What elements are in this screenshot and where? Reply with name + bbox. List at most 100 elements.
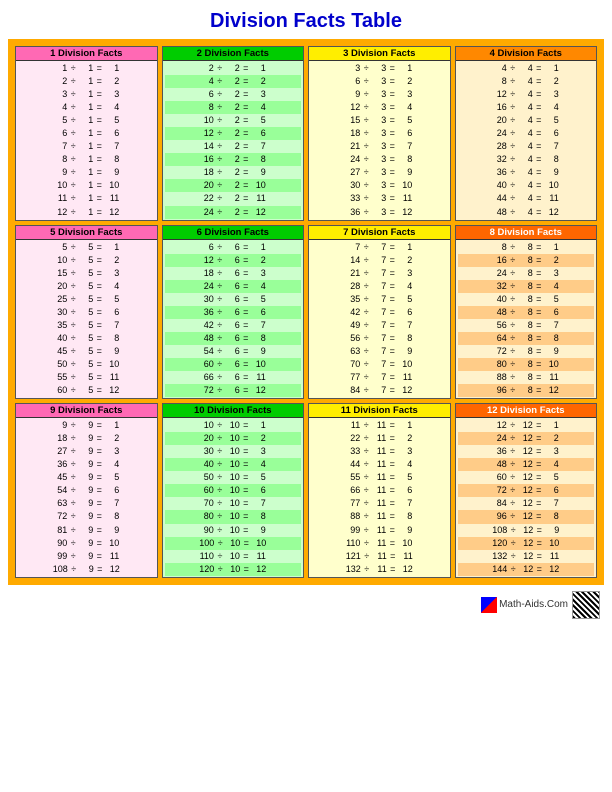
fact-row: 16÷8=2	[458, 254, 595, 267]
fact-row: 54÷6=9	[165, 345, 302, 358]
fact-row: 18÷3=6	[311, 127, 448, 140]
fact-row: 20÷4=5	[458, 114, 595, 127]
fact-row: 20÷2=10	[165, 179, 302, 192]
fact-row: 21÷7=3	[311, 267, 448, 280]
fact-row: 6÷1=6	[18, 127, 155, 140]
fact-row: 66÷11=6	[311, 484, 448, 497]
fact-row: 132÷12=11	[458, 550, 595, 563]
fact-row: 35÷5=7	[18, 319, 155, 332]
sections-grid: 1 Division Facts1÷1=12÷1=23÷1=34÷1=45÷1=…	[15, 46, 597, 578]
section-6-header: 6 Division Facts	[163, 226, 304, 240]
fact-row: 72÷8=9	[458, 345, 595, 358]
fact-row: 40÷8=5	[458, 293, 595, 306]
fact-row: 9÷9=1	[18, 419, 155, 432]
fact-row: 8÷8=1	[458, 241, 595, 254]
section-10-header: 10 Division Facts	[163, 404, 304, 418]
fact-row: 10÷1=10	[18, 179, 155, 192]
fact-row: 16÷4=4	[458, 101, 595, 114]
section-9-header: 9 Division Facts	[16, 404, 157, 418]
fact-row: 14÷7=2	[311, 254, 448, 267]
fact-row: 36÷6=6	[165, 306, 302, 319]
math-aids-logo: Math-Aids.Com	[481, 597, 568, 613]
logo-icon	[481, 597, 497, 613]
fact-row: 15÷5=3	[18, 267, 155, 280]
section-6: 6 Division Facts6÷6=112÷6=218÷6=324÷6=43…	[162, 225, 305, 400]
fact-row: 96÷12=8	[458, 510, 595, 523]
fact-row: 12÷6=2	[165, 254, 302, 267]
fact-row: 18÷9=2	[18, 432, 155, 445]
fact-row: 20÷10=2	[165, 432, 302, 445]
fact-row: 12÷4=3	[458, 88, 595, 101]
fact-row: 80÷8=10	[458, 358, 595, 371]
fact-row: 72÷9=8	[18, 510, 155, 523]
fact-row: 27÷3=9	[311, 166, 448, 179]
section-7-body: 7÷7=114÷7=221÷7=328÷7=435÷7=542÷7=649÷7=…	[309, 240, 450, 399]
fact-row: 6÷2=3	[165, 88, 302, 101]
fact-row: 60÷5=12	[18, 384, 155, 397]
fact-row: 7÷1=7	[18, 140, 155, 153]
section-8-header: 8 Division Facts	[456, 226, 597, 240]
fact-row: 36÷4=9	[458, 166, 595, 179]
section-3-body: 3÷3=16÷3=29÷3=312÷3=415÷3=518÷3=621÷3=72…	[309, 61, 450, 220]
fact-row: 108÷9=12	[18, 563, 155, 576]
fact-row: 33÷11=3	[311, 445, 448, 458]
fact-row: 28÷4=7	[458, 140, 595, 153]
fact-row: 24÷2=12	[165, 206, 302, 219]
fact-row: 35÷7=5	[311, 293, 448, 306]
fact-row: 110÷11=10	[311, 537, 448, 550]
fact-row: 21÷3=7	[311, 140, 448, 153]
fact-row: 49÷7=7	[311, 319, 448, 332]
fact-row: 10÷5=2	[18, 254, 155, 267]
fact-row: 64÷8=8	[458, 332, 595, 345]
section-2: 2 Division Facts2÷2=14÷2=26÷2=38÷2=410÷2…	[162, 46, 305, 221]
fact-row: 1÷1=1	[18, 62, 155, 75]
qr-code	[572, 591, 600, 619]
section-2-header: 2 Division Facts	[163, 47, 304, 61]
section-1-header: 1 Division Facts	[16, 47, 157, 61]
fact-row: 40÷5=8	[18, 332, 155, 345]
fact-row: 11÷1=11	[18, 192, 155, 205]
fact-row: 9÷3=3	[311, 88, 448, 101]
fact-row: 48÷4=12	[458, 206, 595, 219]
section-3: 3 Division Facts3÷3=16÷3=29÷3=312÷3=415÷…	[308, 46, 451, 221]
section-5-body: 5÷5=110÷5=215÷5=320÷5=425÷5=530÷5=635÷5=…	[16, 240, 157, 399]
fact-row: 66÷6=11	[165, 371, 302, 384]
fact-row: 63÷7=9	[311, 345, 448, 358]
fact-row: 42÷7=6	[311, 306, 448, 319]
fact-row: 70÷10=7	[165, 497, 302, 510]
fact-row: 22÷11=2	[311, 432, 448, 445]
fact-row: 42÷6=7	[165, 319, 302, 332]
fact-row: 50÷5=10	[18, 358, 155, 371]
fact-row: 88÷8=11	[458, 371, 595, 384]
fact-row: 5÷1=5	[18, 114, 155, 127]
fact-row: 4÷4=1	[458, 62, 595, 75]
fact-row: 16÷2=8	[165, 153, 302, 166]
fact-row: 84÷12=7	[458, 497, 595, 510]
section-12: 12 Division Facts12÷12=124÷12=236÷12=348…	[455, 403, 598, 578]
fact-row: 36÷3=12	[311, 206, 448, 219]
fact-row: 32÷8=4	[458, 280, 595, 293]
fact-row: 3÷1=3	[18, 88, 155, 101]
fact-row: 12÷1=12	[18, 206, 155, 219]
fact-row: 55÷11=5	[311, 471, 448, 484]
fact-row: 45÷5=9	[18, 345, 155, 358]
fact-row: 15÷3=5	[311, 114, 448, 127]
section-7: 7 Division Facts7÷7=114÷7=221÷7=328÷7=43…	[308, 225, 451, 400]
main-table: 1 Division Facts1÷1=12÷1=23÷1=34÷1=45÷1=…	[8, 39, 604, 585]
fact-row: 132÷11=12	[311, 563, 448, 576]
fact-row: 24÷4=6	[458, 127, 595, 140]
footer-text: Math-Aids.Com	[499, 599, 568, 610]
fact-row: 2÷1=2	[18, 75, 155, 88]
fact-row: 10÷10=1	[165, 419, 302, 432]
fact-row: 8÷4=2	[458, 75, 595, 88]
section-5: 5 Division Facts5÷5=110÷5=215÷5=320÷5=42…	[15, 225, 158, 400]
fact-row: 120÷12=10	[458, 537, 595, 550]
section-11-header: 11 Division Facts	[309, 404, 450, 418]
fact-row: 30÷6=5	[165, 293, 302, 306]
fact-row: 120÷10=12	[165, 563, 302, 576]
section-10-body: 10÷10=120÷10=230÷10=340÷10=450÷10=560÷10…	[163, 418, 304, 577]
section-10: 10 Division Facts10÷10=120÷10=230÷10=340…	[162, 403, 305, 578]
fact-row: 14÷2=7	[165, 140, 302, 153]
section-1: 1 Division Facts1÷1=12÷1=23÷1=34÷1=45÷1=…	[15, 46, 158, 221]
fact-row: 12÷3=4	[311, 101, 448, 114]
